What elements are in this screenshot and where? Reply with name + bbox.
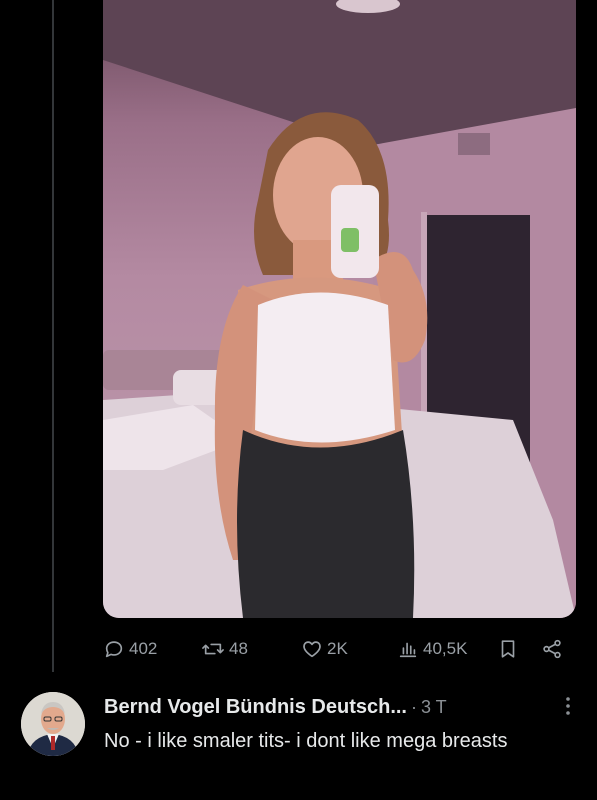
like-action[interactable]: 2K — [301, 634, 348, 664]
bar-chart-icon — [399, 642, 417, 658]
post-media-image[interactable] — [103, 0, 576, 618]
timestamp[interactable]: 3 T — [421, 697, 447, 718]
reply-header: Bernd Vogel Bündnis Deutsch... · 3 T — [104, 694, 577, 720]
share-icon — [543, 639, 561, 659]
avatar-portrait — [21, 692, 85, 756]
reply-text: No - i like smaler tits- i dont like meg… — [104, 730, 508, 752]
avatar[interactable] — [21, 692, 85, 756]
repost-count: 48 — [229, 639, 248, 658]
post-action-bar: 402 48 2K 40,5K — [103, 634, 573, 664]
share-action[interactable] — [541, 634, 563, 664]
mirror-selfie-illustration — [103, 0, 576, 618]
views-action[interactable]: 40,5K — [397, 634, 467, 664]
reply-tweet[interactable]: Bernd Vogel Bündnis Deutsch... · 3 T No … — [0, 684, 597, 800]
heart-icon — [303, 641, 321, 658]
repost-arrows-icon — [202, 643, 224, 655]
thread-line — [52, 0, 54, 672]
reply-bubble-icon — [105, 641, 123, 658]
more-button[interactable] — [565, 696, 571, 716]
bookmark-action[interactable] — [497, 634, 519, 664]
bookmark-icon — [501, 640, 515, 658]
separator: · — [411, 696, 417, 717]
reply-action[interactable]: 402 — [103, 634, 157, 664]
views-count: 40,5K — [423, 639, 468, 658]
like-count: 2K — [327, 639, 348, 658]
reply-count: 402 — [129, 639, 158, 658]
author-name[interactable]: Bernd Vogel Bündnis Deutsch... — [104, 696, 407, 719]
repost-action[interactable]: 48 — [201, 634, 248, 664]
more-vertical-icon — [566, 697, 570, 715]
